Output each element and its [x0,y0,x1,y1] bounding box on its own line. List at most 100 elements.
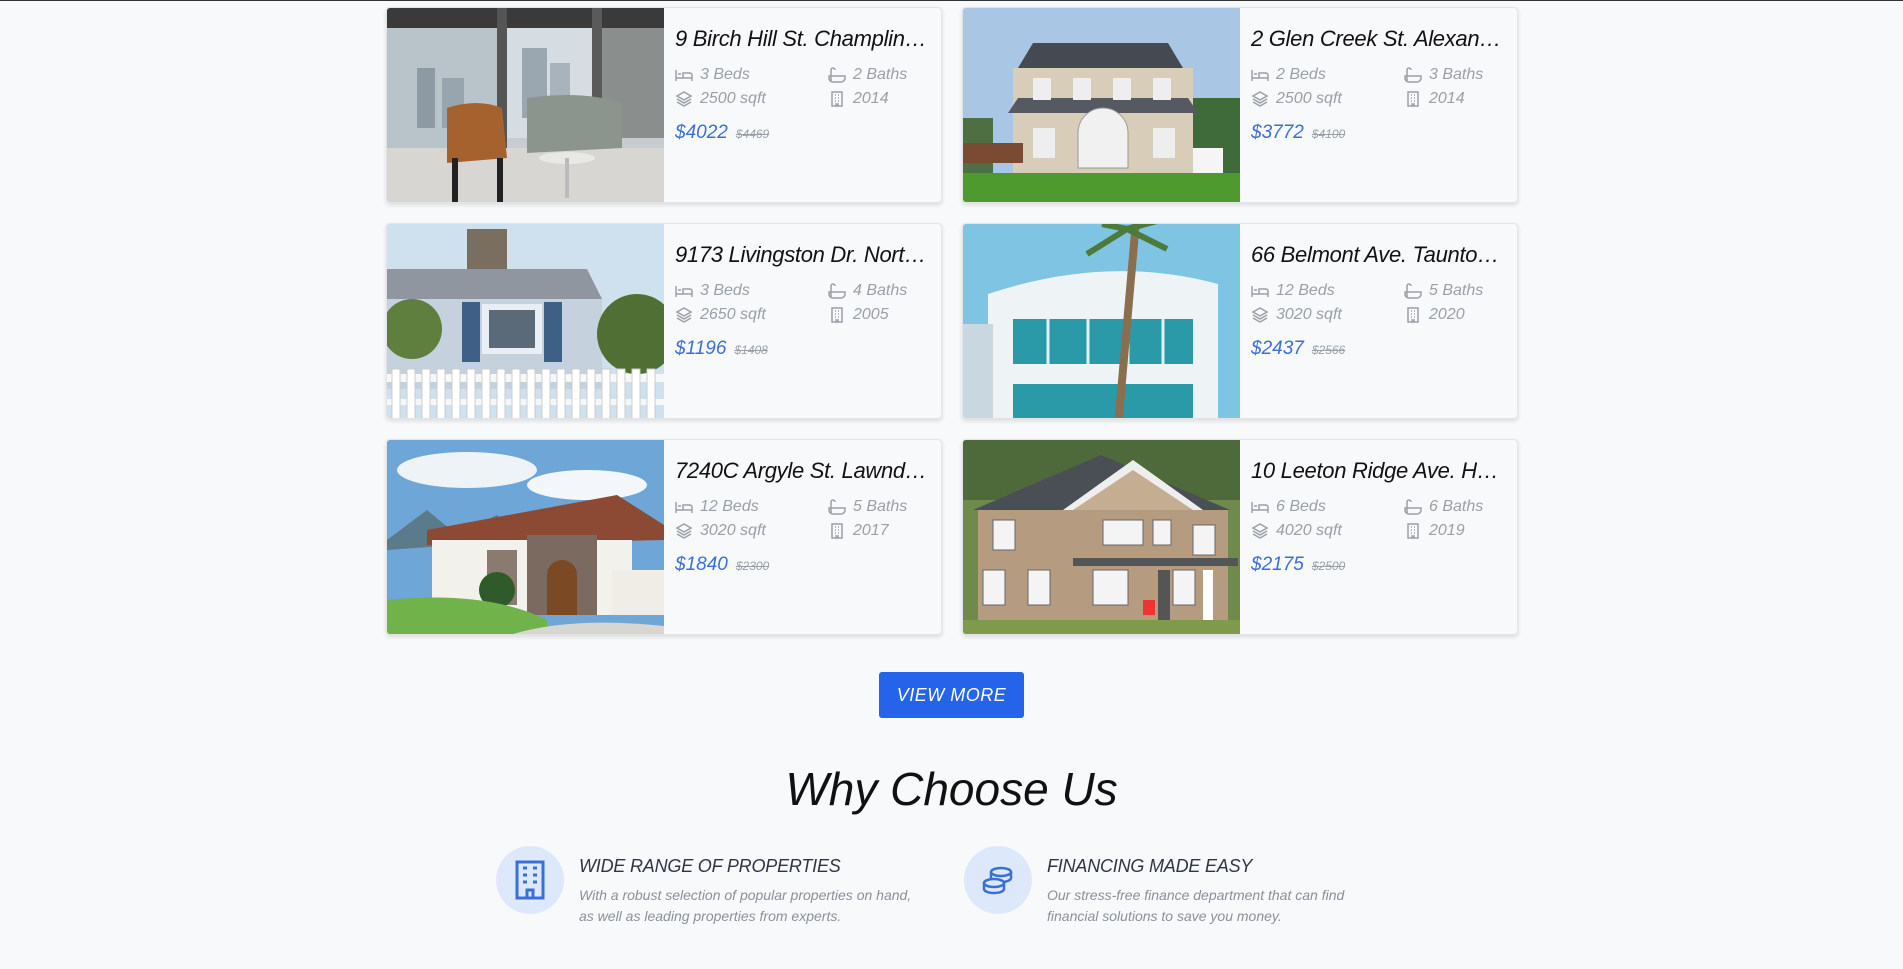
listing-specs: 3 Beds 4 Baths 2650 sqft 2005 [675,282,930,324]
listing-photo-interior[interactable] [387,8,664,202]
old-price: $2566 [1311,343,1346,357]
bath-icon [1404,67,1422,83]
listing-title[interactable]: 7240C Argyle St. Lawndal... [675,458,930,484]
price: $4022 [675,122,728,143]
bed-icon [1251,502,1269,513]
listing-specs: 12 Beds 5 Baths 3020 sqft 2020 [1251,282,1506,324]
listing-card[interactable]: 9 Birch Hill St. Champlin, ... 3 Beds 2 … [386,7,942,203]
price-row: $2437 $2566 [1251,338,1506,360]
top-border [0,0,1903,1]
baths-value: 5 Baths [1429,282,1484,299]
listing-title[interactable]: 9 Birch Hill St. Champlin, ... [675,26,930,52]
coins-icon [982,866,1013,895]
building-icon [515,860,545,900]
layers-icon [1251,307,1269,323]
bed-icon [675,286,693,297]
area-value: 4020 sqft [1276,522,1342,539]
listing-info: 2 Glen Creek St. Alexandri... 2 Beds 3 B… [1240,8,1517,202]
view-more-button[interactable]: VIEW MORE [879,672,1024,718]
beds-spec: 3 Beds [675,282,828,300]
building-small-icon [1407,523,1419,539]
layers-icon [675,307,693,323]
building-small-icon [1407,307,1419,323]
listing-card[interactable]: 7240C Argyle St. Lawndal... 12 Beds 5 Ba… [386,439,942,635]
baths-spec: 6 Baths [1404,498,1514,516]
listing-title[interactable]: 10 Leeton Ridge Ave. Hep... [1251,458,1506,484]
area-spec: 2500 sqft [1251,90,1404,108]
listing-card[interactable]: 9173 Livingston Dr. North ... 3 Beds 4 B… [386,223,942,419]
old-price: $4100 [1311,127,1346,141]
area-value: 2500 sqft [700,90,766,107]
year-spec: 2005 [828,306,938,324]
listing-photo-cottage[interactable] [387,224,664,418]
listing-title[interactable]: 2 Glen Creek St. Alexandri... [1251,26,1506,52]
beds-spec: 12 Beds [1251,282,1404,300]
price: $2437 [1251,338,1304,359]
layers-icon [1251,91,1269,107]
listings-grid: 9 Birch Hill St. Champlin, ... 3 Beds 2 … [386,7,1518,635]
bath-icon [1404,499,1422,515]
listing-info: 7240C Argyle St. Lawndal... 12 Beds 5 Ba… [664,440,941,634]
area-spec: 3020 sqft [675,522,828,540]
area-value: 2500 sqft [1276,90,1342,107]
beds-spec: 3 Beds [675,66,828,84]
beds-value: 2 Beds [1276,66,1326,83]
listing-info: 9173 Livingston Dr. North ... 3 Beds 4 B… [664,224,941,418]
layers-icon [1251,523,1269,539]
year-spec: 2017 [828,522,938,540]
old-price: $2500 [1311,559,1346,573]
beds-spec: 6 Beds [1251,498,1404,516]
listing-title[interactable]: 66 Belmont Ave. Taunton, ... [1251,242,1506,268]
price: $1840 [675,554,728,575]
listing-photo-modern[interactable] [963,224,1240,418]
layers-icon [675,523,693,539]
layers-icon [675,91,693,107]
listing-card[interactable]: 10 Leeton Ridge Ave. Hep... 6 Beds 6 Bat… [962,439,1518,635]
beds-value: 3 Beds [700,282,750,299]
year-spec: 2014 [828,90,938,108]
baths-value: 2 Baths [853,66,908,83]
baths-value: 4 Baths [853,282,908,299]
building-small-icon [831,91,843,107]
listing-specs: 6 Beds 6 Baths 4020 sqft 2019 [1251,498,1506,540]
beds-value: 3 Beds [700,66,750,83]
area-value: 3020 sqft [700,522,766,539]
listing-specs: 2 Beds 3 Baths 2500 sqft 2014 [1251,66,1506,108]
bath-icon [828,283,846,299]
year-spec: 2019 [1404,522,1514,540]
listing-photo-villa[interactable] [387,440,664,634]
year-value: 2020 [1429,306,1465,323]
why-choose-us-heading: Why Choose Us [785,763,1118,815]
listing-card[interactable]: 2 Glen Creek St. Alexandri... 2 Beds 3 B… [962,7,1518,203]
year-value: 2017 [853,522,889,539]
listing-title[interactable]: 9173 Livingston Dr. North ... [675,242,930,268]
listing-specs: 12 Beds 5 Baths 3020 sqft 2017 [675,498,930,540]
feature-icon-circle [964,846,1032,914]
price: $1196 [675,338,727,359]
area-spec: 2500 sqft [675,90,828,108]
feature-text: FINANCING MADE EASY Our stress-free fina… [1047,846,1387,927]
baths-value: 3 Baths [1429,66,1484,83]
listing-info: 66 Belmont Ave. Taunton, ... 12 Beds 5 B… [1240,224,1517,418]
year-spec: 2014 [1404,90,1514,108]
listing-photo-brick[interactable] [963,440,1240,634]
listing-card[interactable]: 66 Belmont Ave. Taunton, ... 12 Beds 5 B… [962,223,1518,419]
bed-icon [1251,70,1269,81]
beds-value: 12 Beds [700,498,759,515]
old-price: $4469 [735,127,770,141]
beds-spec: 2 Beds [1251,66,1404,84]
baths-value: 6 Baths [1429,498,1484,515]
bed-icon [1251,286,1269,297]
year-value: 2014 [853,90,889,107]
listing-photo-house[interactable] [963,8,1240,202]
year-spec: 2020 [1404,306,1514,324]
area-spec: 3020 sqft [1251,306,1404,324]
feature-title: FINANCING MADE EASY [1047,856,1253,876]
feature-financing: FINANCING MADE EASY Our stress-free fina… [964,846,1387,927]
old-price: $1408 [734,343,768,357]
feature-text: WIDE RANGE OF PROPERTIES With a robust s… [579,846,919,927]
feature-description: With a robust selection of popular prope… [579,887,912,924]
beds-value: 12 Beds [1276,282,1335,299]
old-price: $2300 [735,559,770,573]
beds-spec: 12 Beds [675,498,828,516]
